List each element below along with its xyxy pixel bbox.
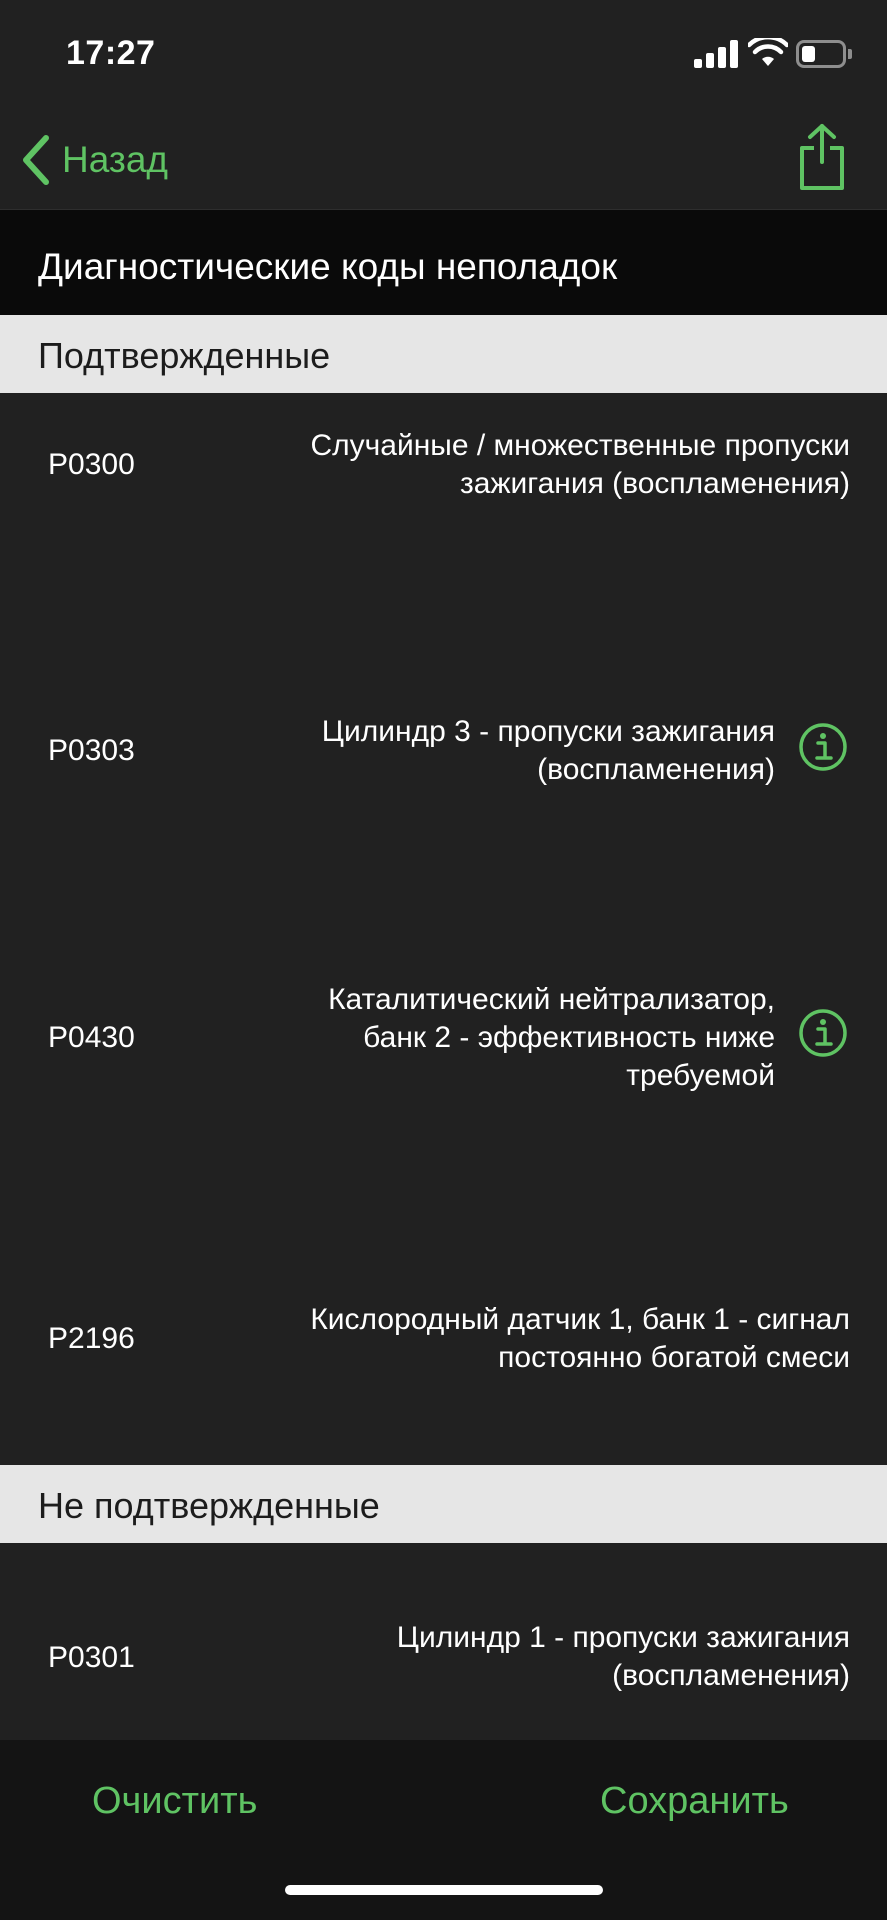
status-bar: 17:27 (0, 0, 887, 110)
section-title: Подтвержденные (38, 335, 331, 376)
dtc-description: Цилиндр 3 - пропуски зажигания (воспламе… (321, 715, 775, 786)
dtc-description: Кислородный датчик 1, банк 1 - сигнал по… (310, 1303, 850, 1374)
dtc-code: P0430 (48, 1021, 135, 1054)
battery-icon (796, 40, 852, 68)
info-icon[interactable] (798, 1008, 848, 1058)
dtc-code: P0301 (48, 1641, 135, 1674)
screen: 17:27 Назад Диагностические коды неполад… (0, 0, 887, 1920)
home-indicator (285, 1885, 603, 1895)
page-title: Диагностические коды неполадок (38, 246, 618, 287)
save-button[interactable]: Сохранить (600, 1780, 789, 1823)
cellular-signal-icon (694, 40, 738, 68)
dtc-row[interactable]: P0300 Случайные / множественные пропуски… (0, 393, 887, 677)
dtc-code: P0303 (48, 734, 135, 767)
dtc-description: Цилиндр 1 - пропуски зажигания (воспламе… (396, 1621, 850, 1692)
wifi-icon (748, 38, 788, 66)
chevron-left-icon (23, 135, 49, 185)
navigation-bar: Назад (0, 110, 887, 210)
status-time: 17:27 (66, 34, 156, 72)
dtc-description: Каталитический нейтрализатор, банк 2 - э… (328, 983, 775, 1092)
dtc-code: P2196 (48, 1322, 135, 1355)
dtc-row[interactable]: P0301 Цилиндр 1 - пропуски зажигания (во… (0, 1543, 887, 1740)
info-icon[interactable] (798, 722, 848, 772)
section-header-confirmed: Подтвержденные (0, 315, 887, 393)
dtc-row[interactable]: P0303 Цилиндр 3 - пропуски зажигания (во… (0, 677, 887, 961)
share-icon[interactable] (796, 122, 848, 192)
dtc-row[interactable]: P0430 Каталитический нейтрализатор, банк… (0, 961, 887, 1245)
back-label: Назад (62, 139, 169, 180)
clear-button[interactable]: Очистить (92, 1780, 257, 1823)
dtc-list[interactable]: Подтвержденные P0300 Случайные / множест… (0, 315, 887, 1740)
dtc-description: Случайные / множественные пропуски зажиг… (310, 429, 850, 500)
back-button[interactable]: Назад (18, 132, 168, 188)
dtc-code: P0300 (48, 448, 135, 481)
section-header-unconfirmed: Не подтвержденные (0, 1465, 887, 1543)
title-bar: Диагностические коды неполадок (0, 210, 887, 315)
dtc-row[interactable]: P2196 Кислородный датчик 1, банк 1 - сиг… (0, 1245, 887, 1495)
section-title: Не подтвержденные (38, 1485, 380, 1526)
